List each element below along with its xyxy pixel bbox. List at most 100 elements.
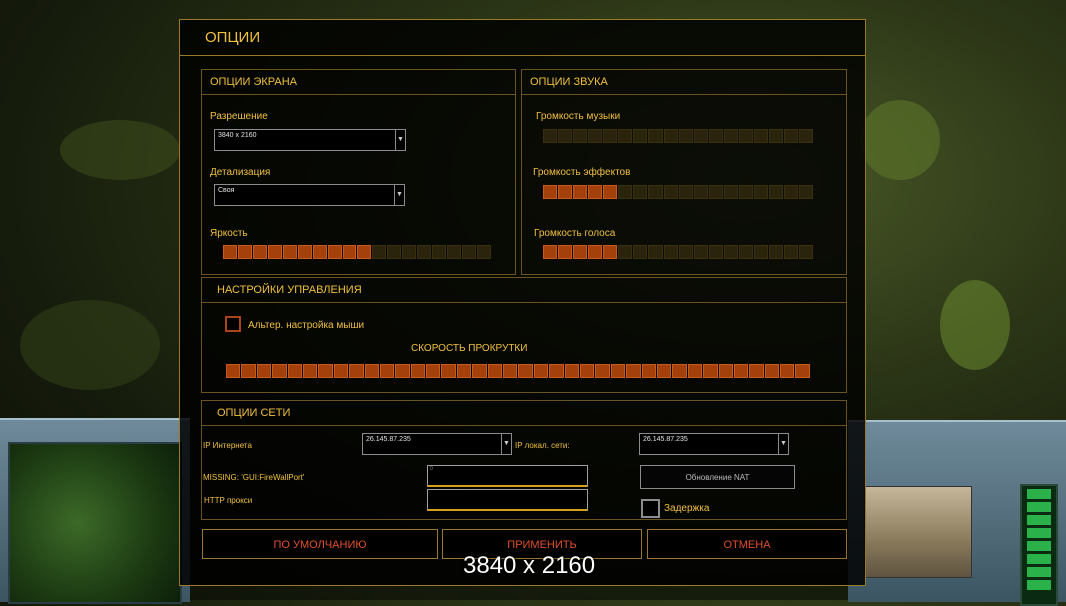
slider-segment[interactable] — [226, 364, 241, 378]
slider-segment[interactable] — [618, 185, 633, 199]
minimap[interactable] — [8, 442, 182, 604]
chevron-down-icon[interactable]: ▼ — [394, 185, 404, 205]
slider-segment[interactable] — [579, 364, 595, 378]
slider-segment[interactable] — [718, 364, 733, 378]
slider-segment[interactable] — [241, 364, 256, 378]
slider-segment[interactable] — [558, 129, 573, 143]
slider-segment[interactable] — [387, 245, 402, 259]
slider-segment[interactable] — [441, 364, 456, 378]
slider-segment[interactable] — [648, 185, 663, 199]
slider-segment[interactable] — [678, 185, 693, 199]
slider-segment[interactable] — [282, 245, 297, 259]
slider-segment[interactable] — [302, 364, 318, 378]
slider-segment[interactable] — [364, 364, 379, 378]
scroll-speed-slider[interactable] — [226, 364, 810, 378]
slider-segment[interactable] — [588, 185, 603, 199]
slider-segment[interactable] — [610, 364, 626, 378]
slider-segment[interactable] — [543, 185, 558, 199]
slider-segment[interactable] — [472, 364, 487, 378]
alt-mouse-checkbox[interactable] — [225, 316, 241, 332]
slider-segment[interactable] — [372, 245, 387, 259]
slider-segment[interactable] — [693, 245, 708, 259]
resolution-dropdown[interactable]: 3840 x 2160 ▼ — [214, 129, 406, 151]
slider-segment[interactable] — [678, 245, 693, 259]
slider-segment[interactable] — [543, 129, 558, 143]
slider-segment[interactable] — [618, 245, 633, 259]
unit-portrait[interactable] — [864, 486, 972, 578]
slider-segment[interactable] — [764, 364, 780, 378]
slider-segment[interactable] — [379, 364, 395, 378]
slider-segment[interactable] — [672, 364, 687, 378]
slider-segment[interactable] — [327, 245, 342, 259]
slider-segment[interactable] — [564, 364, 579, 378]
slider-segment[interactable] — [256, 364, 272, 378]
slider-segment[interactable] — [503, 364, 518, 378]
slider-segment[interactable] — [533, 364, 549, 378]
slider-segment[interactable] — [297, 245, 312, 259]
slider-segment[interactable] — [410, 364, 426, 378]
slider-segment[interactable] — [753, 245, 768, 259]
slider-segment[interactable] — [395, 364, 410, 378]
slider-segment[interactable] — [426, 364, 441, 378]
slider-segment[interactable] — [447, 245, 461, 259]
slider-segment[interactable] — [573, 185, 588, 199]
slider-segment[interactable] — [349, 364, 364, 378]
slider-segment[interactable] — [663, 185, 678, 199]
slider-segment[interactable] — [223, 245, 237, 259]
slider-segment[interactable] — [749, 364, 764, 378]
slider-segment[interactable] — [723, 129, 738, 143]
slider-segment[interactable] — [784, 129, 799, 143]
music-volume-slider[interactable] — [543, 129, 814, 143]
slider-segment[interactable] — [780, 364, 795, 378]
brightness-slider[interactable] — [223, 245, 491, 259]
voice-volume-slider[interactable] — [543, 245, 814, 259]
slider-segment[interactable] — [708, 185, 723, 199]
internet-ip-dropdown[interactable]: 26.145.87.235 ▼ — [362, 433, 512, 455]
slider-segment[interactable] — [333, 364, 349, 378]
slider-segment[interactable] — [633, 129, 648, 143]
slider-segment[interactable] — [633, 185, 648, 199]
slider-segment[interactable] — [603, 129, 618, 143]
slider-segment[interactable] — [733, 364, 749, 378]
slider-segment[interactable] — [784, 245, 799, 259]
slider-segment[interactable] — [487, 364, 503, 378]
slider-segment[interactable] — [456, 364, 472, 378]
slider-segment[interactable] — [342, 245, 357, 259]
slider-segment[interactable] — [648, 245, 663, 259]
local-ip-dropdown[interactable]: 26.145.87.235 ▼ — [639, 433, 789, 455]
slider-segment[interactable] — [312, 245, 327, 259]
detail-dropdown[interactable]: Своя ▼ — [214, 184, 405, 206]
slider-segment[interactable] — [656, 364, 672, 378]
slider-segment[interactable] — [723, 185, 738, 199]
slider-segment[interactable] — [318, 364, 333, 378]
nat-refresh-button[interactable]: Обновление NAT — [640, 465, 795, 489]
slider-segment[interactable] — [648, 129, 663, 143]
slider-segment[interactable] — [626, 364, 641, 378]
slider-segment[interactable] — [633, 245, 648, 259]
slider-segment[interactable] — [708, 129, 723, 143]
effects-volume-slider[interactable] — [543, 185, 814, 199]
slider-segment[interactable] — [252, 245, 267, 259]
slider-segment[interactable] — [558, 245, 573, 259]
slider-segment[interactable] — [573, 129, 588, 143]
slider-segment[interactable] — [784, 185, 799, 199]
slider-segment[interactable] — [432, 245, 447, 259]
chevron-down-icon[interactable]: ▼ — [395, 130, 405, 150]
defaults-button[interactable]: ПО УМОЛЧАНИЮ — [202, 529, 438, 559]
slider-segment[interactable] — [738, 245, 753, 259]
chevron-down-icon[interactable]: ▼ — [778, 434, 788, 454]
slider-segment[interactable] — [618, 129, 633, 143]
http-proxy-input[interactable] — [427, 489, 588, 511]
slider-segment[interactable] — [603, 245, 618, 259]
slider-segment[interactable] — [518, 364, 533, 378]
slider-segment[interactable] — [708, 245, 723, 259]
slider-segment[interactable] — [663, 129, 678, 143]
slider-segment[interactable] — [723, 245, 738, 259]
slider-segment[interactable] — [768, 185, 783, 199]
slider-segment[interactable] — [693, 129, 708, 143]
slider-segment[interactable] — [603, 185, 618, 199]
slider-segment[interactable] — [588, 129, 603, 143]
slider-segment[interactable] — [267, 245, 282, 259]
slider-segment[interactable] — [753, 185, 768, 199]
slider-segment[interactable] — [799, 245, 814, 259]
